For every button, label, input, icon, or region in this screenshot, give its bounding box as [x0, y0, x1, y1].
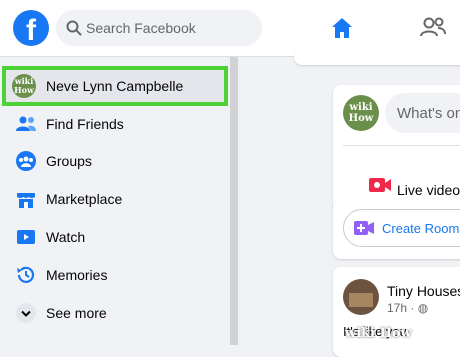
groups-icon: [16, 151, 36, 171]
sidebar-item-label: Neve Lynn Campbelle: [46, 78, 184, 94]
stories-card: [294, 49, 460, 65]
post-time: 17h · ◍: [387, 301, 429, 315]
search-icon: [66, 20, 82, 36]
sidebar-item-label: Marketplace: [46, 191, 123, 207]
marketplace-icon: [17, 193, 35, 208]
sidebar-item-label: Find Friends: [46, 116, 124, 132]
video-plus-icon: [354, 221, 374, 235]
divider: [343, 145, 460, 146]
rooms-card: Create Room: [333, 199, 460, 259]
sidebar-item-label: Memories: [46, 267, 108, 283]
sidebar-item-label: Groups: [46, 153, 92, 169]
sidebar-item-see-more[interactable]: See more: [8, 295, 226, 331]
profile-avatar: wiki How: [12, 74, 36, 98]
sidebar-item-profile[interactable]: wiki How Neve Lynn Campbelle: [2, 66, 228, 106]
sidebar-item-watch[interactable]: Watch: [8, 219, 226, 255]
sidebar-scrollbar[interactable]: [230, 57, 238, 345]
facebook-logo[interactable]: f: [13, 10, 49, 46]
feed-post: Tiny Houses 17h · ◍ It's like you: [333, 267, 460, 357]
sidebar-item-marketplace[interactable]: Marketplace: [8, 181, 226, 217]
memories-icon: [17, 266, 35, 283]
globe-icon: ◍: [417, 301, 429, 315]
page-avatar[interactable]: [343, 279, 379, 315]
profile-avatar: wiki How: [343, 95, 379, 131]
post-author[interactable]: Tiny Houses: [387, 283, 460, 299]
post-composer: wiki How What's on Live video: [333, 85, 460, 213]
news-feed: wiki How What's on Live video Create Room…: [238, 49, 460, 357]
sidebar-item-label: See more: [46, 305, 107, 321]
friends-icon: [420, 17, 446, 37]
sidebar-item-label: Watch: [46, 229, 86, 245]
friends-icon: [16, 116, 36, 131]
tab-home[interactable]: [297, 0, 387, 56]
live-video-button[interactable]: Live video: [397, 182, 460, 198]
sidebar-item-groups[interactable]: Groups: [8, 143, 226, 179]
watch-icon: [17, 230, 35, 244]
chevron-down-icon: [16, 303, 36, 323]
home-icon: [332, 18, 352, 38]
live-video-icon: [369, 178, 391, 192]
sidebar-item-memories[interactable]: Memories: [8, 257, 226, 293]
sidebar-item-find-friends[interactable]: Find Friends: [8, 106, 226, 142]
search-placeholder: Search Facebook: [86, 20, 196, 36]
search-input[interactable]: Search Facebook: [56, 10, 262, 46]
whats-on-your-mind-input[interactable]: What's on: [385, 93, 460, 133]
tab-friends[interactable]: [420, 15, 446, 44]
create-room-button[interactable]: Create Room: [343, 209, 460, 247]
wikihow-watermark: wiki How: [345, 326, 412, 341]
